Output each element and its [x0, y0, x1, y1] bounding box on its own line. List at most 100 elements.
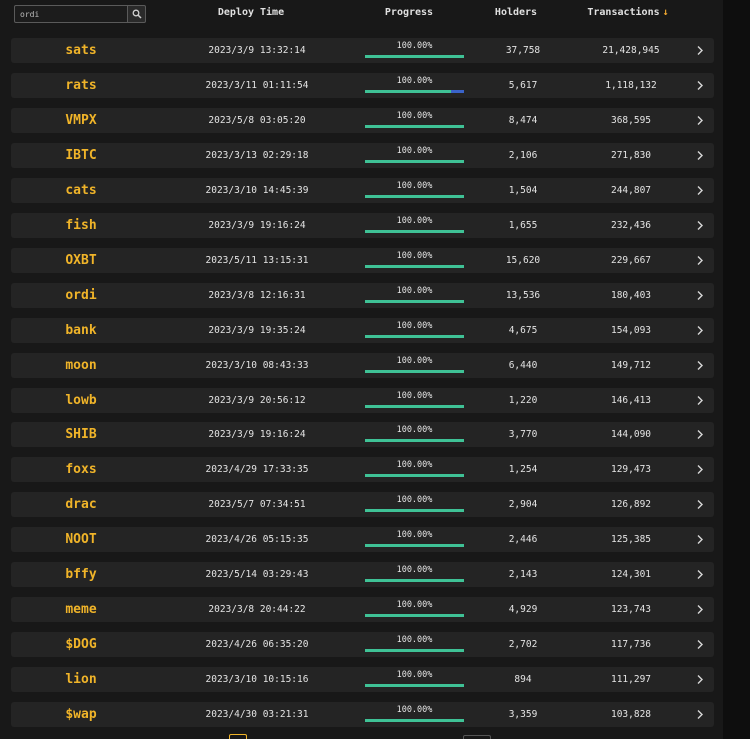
- progress-cell: 100.00%: [365, 422, 464, 447]
- progress-bar-fill: [365, 194, 464, 198]
- chevron-right-icon[interactable]: [695, 639, 705, 650]
- chevron-right-icon[interactable]: [695, 80, 705, 91]
- progress-bar: [365, 264, 464, 268]
- progress-cell: 100.00%: [365, 527, 464, 552]
- deploy-time: 2023/5/11 13:15:31: [205, 254, 309, 266]
- ticker[interactable]: fish: [41, 217, 121, 234]
- table-row[interactable]: bffy 2023/5/14 03:29:43 100.00% 2,143 124,30…: [11, 562, 714, 588]
- column-header-transactions[interactable]: Transactions ↓: [578, 7, 678, 18]
- table-row[interactable]: bank 2023/3/9 19:35:24 100.00% 4,675 154,093: [11, 317, 714, 343]
- ticker[interactable]: sats: [41, 42, 121, 59]
- chevron-right-icon[interactable]: [695, 185, 705, 196]
- chevron-right-icon[interactable]: [695, 534, 705, 545]
- table-row[interactable]: meme 2023/3/8 20:44:22 100.00% 4,929 123,743: [11, 597, 714, 623]
- table-row[interactable]: fish 2023/3/9 19:16:24 100.00% 1,655 232,436: [11, 212, 714, 238]
- holders-count: 8,474: [508, 114, 538, 126]
- ticker[interactable]: IBTC: [41, 147, 121, 164]
- ticker[interactable]: SHIB: [41, 426, 121, 443]
- table-row[interactable]: moon 2023/3/10 08:43:33 100.00% 6,440 149,71…: [11, 352, 714, 378]
- table-row[interactable]: SHIB 2023/3/9 19:16:24 100.00% 3,770 144,090: [11, 422, 714, 448]
- ticker[interactable]: OXBT: [41, 252, 121, 269]
- progress-bar-fill: [365, 509, 464, 513]
- pagination-current-page[interactable]: [229, 734, 247, 739]
- progress-cell: 100.00%: [365, 597, 464, 622]
- holders-count: 2,904: [508, 499, 538, 511]
- ticker[interactable]: $wap: [41, 706, 121, 723]
- scrollbar[interactable]: [723, 0, 750, 739]
- chevron-right-icon[interactable]: [695, 499, 705, 510]
- progress-cell: 100.00%: [365, 562, 464, 587]
- ticker[interactable]: VMPX: [41, 112, 121, 129]
- ticker[interactable]: NOOT: [41, 531, 121, 548]
- progress-bar: [365, 719, 464, 723]
- search-button[interactable]: [128, 5, 146, 23]
- chevron-right-icon[interactable]: [695, 604, 705, 615]
- progress-bar: [365, 124, 464, 128]
- progress-label: 100.00%: [396, 145, 433, 156]
- ticker[interactable]: lowb: [41, 392, 121, 409]
- transactions-count: 229,667: [610, 254, 652, 266]
- table-row[interactable]: NOOT 2023/4/26 05:15:35 100.00% 2,446 125,38…: [11, 527, 714, 553]
- table-row[interactable]: lion 2023/3/10 10:15:16 100.00% 894 111,297: [11, 667, 714, 693]
- table-row[interactable]: OXBT 2023/5/11 13:15:31 100.00% 15,620 229,6…: [11, 247, 714, 273]
- chevron-right-icon[interactable]: [695, 464, 705, 475]
- table-row[interactable]: rats 2023/3/11 01:11:54 100.00% 5,617 1,118,…: [11, 72, 714, 98]
- table-row[interactable]: VMPX 2023/5/8 03:05:20 100.00% 8,474 368,595: [11, 107, 714, 133]
- column-header-progress[interactable]: Progress: [365, 7, 453, 18]
- table-row[interactable]: foxs 2023/4/29 17:33:35 100.00% 1,254 129,47…: [11, 457, 714, 483]
- table-row[interactable]: $wap 2023/4/30 03:21:31 100.00% 3,359 103,82…: [11, 702, 714, 728]
- ticker[interactable]: ordi: [41, 287, 121, 304]
- table-row[interactable]: IBTC 2023/3/13 02:29:18 100.00% 2,106 271,83…: [11, 142, 714, 168]
- ticker[interactable]: cats: [41, 182, 121, 199]
- chevron-right-icon[interactable]: [695, 150, 705, 161]
- ticker[interactable]: rats: [41, 77, 121, 94]
- progress-cell: 100.00%: [365, 283, 464, 308]
- table-row[interactable]: ordi 2023/3/8 12:16:31 100.00% 13,536 180,40…: [11, 282, 714, 308]
- table-header: Deploy Time Progress Holders Transaction…: [0, 0, 723, 32]
- chevron-right-icon[interactable]: [695, 709, 705, 720]
- table-row[interactable]: drac 2023/5/7 07:34:51 100.00% 2,904 126,892: [11, 492, 714, 518]
- search-input[interactable]: [14, 5, 128, 23]
- ticker[interactable]: $DOG: [41, 636, 121, 653]
- chevron-right-icon[interactable]: [695, 220, 705, 231]
- column-header-holders[interactable]: Holders: [480, 7, 552, 18]
- column-header-deploy-time[interactable]: Deploy Time: [195, 7, 307, 18]
- chevron-right-icon[interactable]: [695, 395, 705, 406]
- search-icon: [132, 9, 142, 19]
- progress-label: 100.00%: [396, 600, 433, 611]
- ticker[interactable]: drac: [41, 496, 121, 513]
- chevron-right-icon[interactable]: [695, 569, 705, 580]
- ticker[interactable]: bffy: [41, 566, 121, 583]
- ticker[interactable]: lion: [41, 671, 121, 688]
- progress-label: 100.00%: [396, 390, 433, 401]
- table-row[interactable]: lowb 2023/3/9 20:56:12 100.00% 1,220 146,413: [11, 387, 714, 413]
- transactions-count: 180,403: [610, 289, 652, 301]
- chevron-right-icon[interactable]: [695, 674, 705, 685]
- progress-cell: 100.00%: [365, 248, 464, 273]
- progress-bar: [365, 439, 464, 443]
- chevron-right-icon[interactable]: [695, 255, 705, 266]
- chevron-right-icon[interactable]: [695, 325, 705, 336]
- table-row[interactable]: cats 2023/3/10 14:45:39 100.00% 1,504 244,80…: [11, 177, 714, 203]
- chevron-right-icon[interactable]: [695, 429, 705, 440]
- chevron-right-icon[interactable]: [695, 360, 705, 371]
- holders-count: 1,504: [508, 184, 538, 196]
- chevron-right-icon[interactable]: [695, 290, 705, 301]
- transactions-count: 1,118,132: [605, 79, 657, 91]
- pagination-control[interactable]: [463, 735, 491, 739]
- chevron-right-icon[interactable]: [695, 45, 705, 56]
- progress-bar-fill: [365, 684, 464, 688]
- ticker[interactable]: moon: [41, 357, 121, 374]
- progress-label: 100.00%: [396, 460, 433, 471]
- ticker[interactable]: bank: [41, 322, 121, 339]
- progress-cell: 100.00%: [365, 492, 464, 517]
- holders-count: 894: [514, 674, 532, 686]
- progress-cell: 100.00%: [365, 702, 464, 727]
- progress-bar: [365, 334, 464, 338]
- table-row[interactable]: $DOG 2023/4/26 06:35:20 100.00% 2,702 117,73…: [11, 632, 714, 658]
- table-row[interactable]: sats 2023/3/9 13:32:14 100.00% 37,758 21,428…: [11, 38, 714, 63]
- ticker[interactable]: foxs: [41, 461, 121, 478]
- chevron-right-icon[interactable]: [695, 115, 705, 126]
- ticker[interactable]: meme: [41, 601, 121, 618]
- deploy-time: 2023/3/9 19:16:24: [208, 219, 306, 231]
